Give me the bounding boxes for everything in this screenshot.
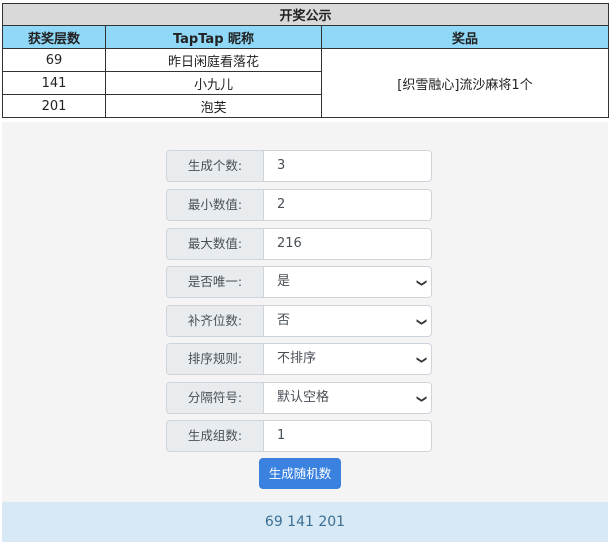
floor-cell: 201 (2, 94, 106, 118)
sort-row: 排序规则: 不排序 ❯ (166, 343, 434, 375)
sort-label: 排序规则: (166, 343, 264, 375)
prize-announcement-table: 开奖公示 获奖层数 TapTap 昵称 奖品 69 昨日闲庭看落花 [织雪融心]… (2, 3, 609, 118)
separator-select[interactable]: 默认空格 ❯ (264, 382, 432, 414)
separator-label: 分隔符号: (166, 382, 264, 414)
min-input[interactable]: 2 (264, 189, 432, 221)
chevron-down-icon: ❯ (415, 317, 427, 327)
min-label: 最小数值: (166, 189, 264, 221)
max-input[interactable]: 216 (264, 228, 432, 260)
prize-cell: [织雪融心]流沙麻将1个 (321, 48, 609, 118)
pad-row: 补齐位数: 否 ❯ (166, 305, 434, 337)
min-row: 最小数值: 2 (166, 189, 434, 221)
result-output: 69 141 201 (2, 502, 608, 542)
nickname-cell: 昨日闲庭看落花 (105, 48, 322, 72)
sort-select-value: 不排序 (277, 351, 317, 366)
pad-select-value: 否 (277, 313, 291, 328)
groups-row: 生成组数: 1 (166, 420, 434, 452)
generate-button[interactable]: 生成随机数 (259, 458, 341, 489)
groups-input[interactable]: 1 (264, 420, 432, 452)
header-floor: 获奖层数 (2, 25, 106, 49)
max-row: 最大数值: 216 (166, 228, 434, 260)
groups-label: 生成组数: (166, 420, 264, 452)
chevron-down-icon: ❯ (415, 278, 427, 288)
chevron-down-icon: ❯ (415, 355, 427, 365)
nickname-cell: 小九儿 (105, 71, 322, 95)
table-title: 开奖公示 (2, 3, 609, 26)
separator-row: 分隔符号: 默认空格 ❯ (166, 382, 434, 414)
count-row: 生成个数: 3 (166, 150, 434, 182)
header-nickname: TapTap 昵称 (105, 25, 322, 49)
sort-select[interactable]: 不排序 ❯ (264, 343, 432, 375)
unique-row: 是否唯一: 是 ❯ (166, 266, 434, 298)
nickname-cell: 泡芙 (105, 94, 322, 118)
pad-label: 补齐位数: (166, 305, 264, 337)
floor-cell: 141 (2, 71, 106, 95)
count-label: 生成个数: (166, 150, 264, 182)
count-input[interactable]: 3 (264, 150, 432, 182)
pad-select[interactable]: 否 ❯ (264, 305, 432, 337)
max-label: 最大数值: (166, 228, 264, 260)
chevron-down-icon: ❯ (415, 394, 427, 404)
unique-label: 是否唯一: (166, 266, 264, 298)
table-row: 69 昨日闲庭看落花 [织雪融心]流沙麻将1个 (2, 48, 609, 118)
floor-cell: 69 (2, 48, 106, 72)
unique-select[interactable]: 是 ❯ (264, 266, 432, 298)
header-prize: 奖品 (321, 25, 609, 49)
separator-select-value: 默认空格 (277, 390, 330, 405)
unique-select-value: 是 (277, 274, 291, 289)
